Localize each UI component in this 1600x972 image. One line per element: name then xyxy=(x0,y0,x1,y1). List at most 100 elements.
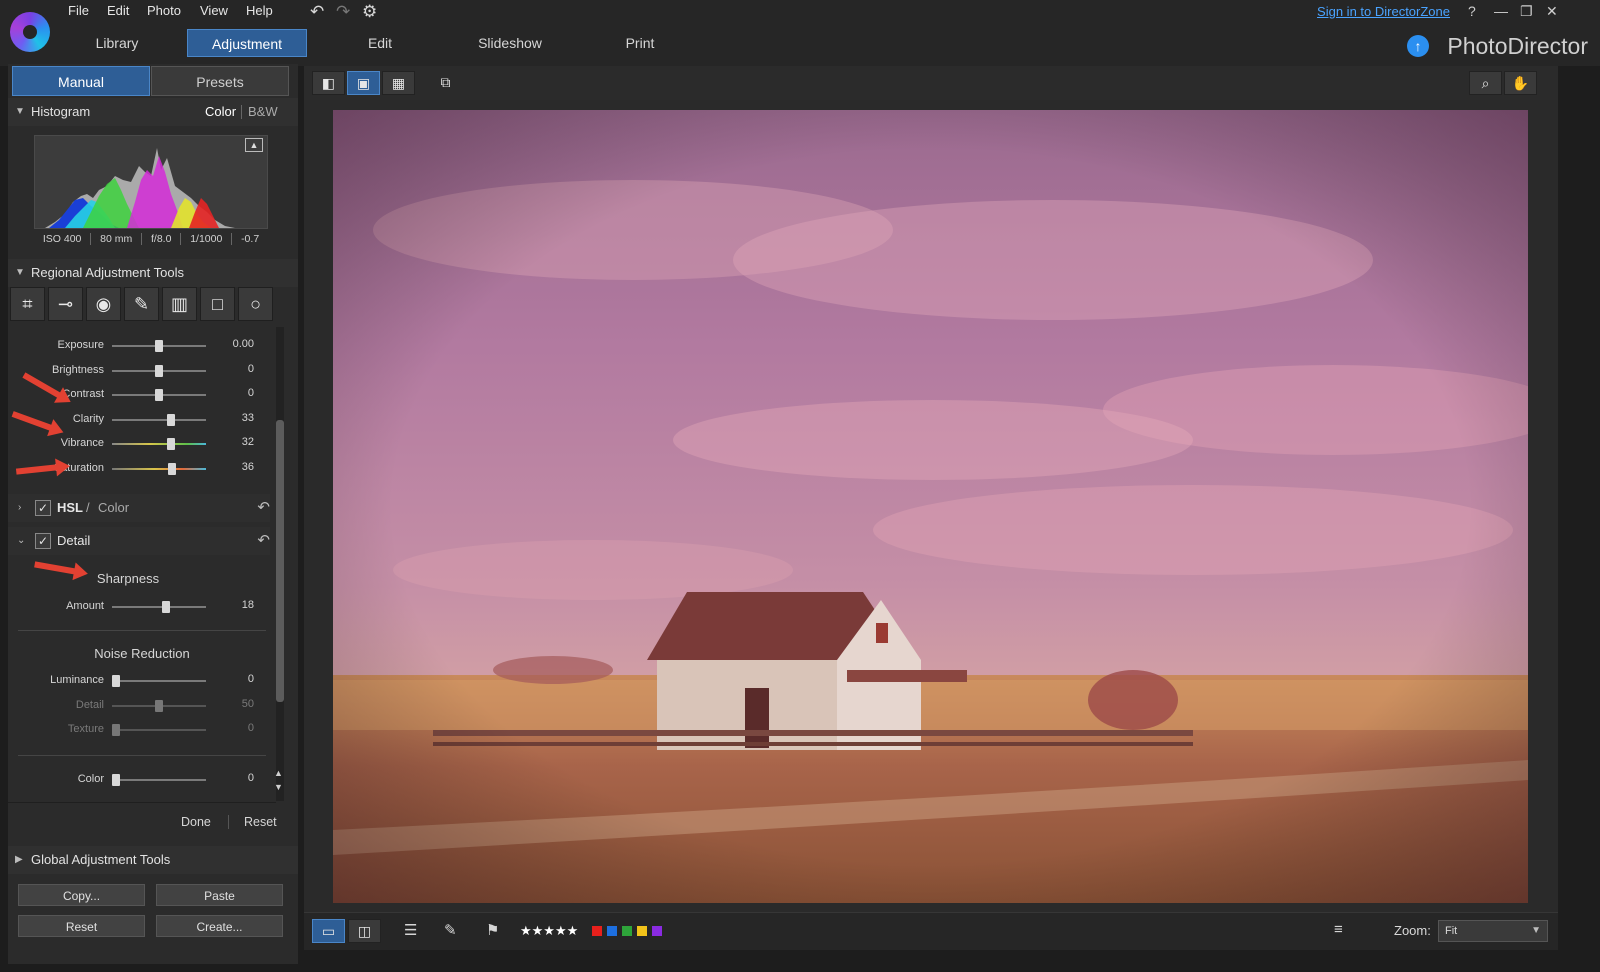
saturation-slider-thumb[interactable] xyxy=(167,463,176,475)
color-slider-thumb[interactable] xyxy=(112,774,120,786)
menu-edit[interactable]: Edit xyxy=(107,3,129,18)
panel-scrollbar-thumb[interactable] xyxy=(276,420,284,702)
menu-view[interactable]: View xyxy=(200,3,228,18)
paste-button[interactable]: Paste xyxy=(156,884,283,906)
brush-icon[interactable]: ✎ xyxy=(124,287,159,321)
menu-file[interactable]: File xyxy=(68,3,89,18)
zoom-select[interactable]: Fit ▼ xyxy=(1438,920,1548,942)
exposure-slider-thumb[interactable] xyxy=(155,340,163,352)
photo-canvas[interactable] xyxy=(333,110,1528,903)
hsl-checkbox[interactable]: ✓ xyxy=(35,500,51,516)
zoom-label: Zoom: xyxy=(1394,923,1431,938)
star-rating[interactable]: ★★★★★ xyxy=(520,923,578,939)
done-button[interactable]: Done xyxy=(181,815,211,829)
flag-icon[interactable]: ⚑ xyxy=(486,921,499,939)
close-icon[interactable]: ✕ xyxy=(1546,3,1558,20)
redo-icon[interactable]: ↷ xyxy=(336,2,350,22)
help-icon[interactable]: ? xyxy=(1468,3,1476,19)
luminance-slider-thumb[interactable] xyxy=(112,675,120,687)
color-label-red[interactable] xyxy=(592,926,602,936)
detail-header[interactable]: ⌄ ✓ Detail ↶ xyxy=(8,527,270,555)
tab-manual[interactable]: Manual xyxy=(12,66,150,96)
brightness-slider-thumb[interactable] xyxy=(155,365,163,377)
sign-in-link[interactable]: Sign in to DirectorZone xyxy=(1317,4,1450,19)
exif-info: ISO 400 80 mm f/8.0 1/1000 -0.7 xyxy=(34,233,268,245)
single-display-icon[interactable]: ▭ xyxy=(312,919,345,943)
color-label-purple[interactable] xyxy=(652,926,662,936)
menu-help[interactable]: Help xyxy=(246,3,273,18)
reset-button[interactable]: Reset xyxy=(18,915,145,937)
tab-library[interactable]: Library xyxy=(62,29,172,57)
undo-icon[interactable]: ↶ xyxy=(310,2,324,22)
histogram-title: Histogram xyxy=(31,104,91,119)
amount-value: 18 xyxy=(241,599,254,611)
menu-photo[interactable]: Photo xyxy=(147,3,181,18)
hsl-header[interactable]: › ✓ HSL / Color ↶ xyxy=(8,494,270,522)
adjustment-panel: Manual Presets ▼ Histogram Color B&W ▲ I… xyxy=(8,64,298,964)
radial-icon[interactable]: ○ xyxy=(238,287,273,321)
color-label-blue[interactable] xyxy=(607,926,617,936)
hsl-reset-icon[interactable]: ↶ xyxy=(257,494,270,522)
color-label-green[interactable] xyxy=(622,926,632,936)
vibrance-slider-thumb[interactable] xyxy=(167,438,176,450)
detail-checkbox[interactable]: ✓ xyxy=(35,533,51,549)
exif-focal: 80 mm xyxy=(91,233,143,245)
detail-reset-icon[interactable]: ↶ xyxy=(257,527,270,555)
copy-button[interactable]: Copy... xyxy=(18,884,145,906)
color-slider[interactable] xyxy=(112,779,206,781)
settings-gear-icon[interactable]: ⚙ xyxy=(362,2,377,22)
tab-adjustment[interactable]: Adjustment xyxy=(187,29,307,57)
amount-slider-thumb[interactable] xyxy=(161,601,170,613)
clarity-value: 33 xyxy=(241,412,254,424)
hand-tool-icon[interactable]: ✋ xyxy=(1504,71,1537,95)
tab-presets[interactable]: Presets xyxy=(151,66,289,96)
landscape-photo xyxy=(333,110,1528,903)
compare-view-icon[interactable]: ◧ xyxy=(312,71,345,95)
crop-icon[interactable]: ⌗ xyxy=(10,287,45,321)
zoom-tool-icon[interactable]: ⌕ xyxy=(1469,71,1502,95)
grid-view-icon[interactable]: ▦ xyxy=(382,71,415,95)
upload-icon[interactable]: ↑ xyxy=(1407,35,1429,57)
global-tools-header[interactable]: ▶ Global Adjustment Tools xyxy=(8,846,298,874)
second-display-icon[interactable]: ⧉ xyxy=(429,71,462,95)
texture-slider xyxy=(112,729,206,731)
restore-icon[interactable]: ❐ xyxy=(1520,3,1533,20)
red-eye-icon[interactable]: ◉ xyxy=(86,287,121,321)
rotate-list-icon[interactable]: ☰ xyxy=(404,921,417,939)
histogram-color-toggle[interactable]: Color xyxy=(205,98,236,126)
spot-removal-icon[interactable]: ⊸ xyxy=(48,287,83,321)
scroll-up-icon[interactable]: ▲ xyxy=(274,768,283,778)
hsl-color-label[interactable]: Color xyxy=(98,494,129,522)
tab-slideshow[interactable]: Slideshow xyxy=(455,29,565,57)
color-label-yellow[interactable] xyxy=(637,926,647,936)
create-button[interactable]: Create... xyxy=(156,915,283,937)
clarity-slider[interactable] xyxy=(112,419,206,421)
contrast-slider-thumb[interactable] xyxy=(155,389,163,401)
edit-metadata-icon[interactable]: ✎ xyxy=(444,921,457,939)
minimize-icon[interactable]: — xyxy=(1494,3,1508,19)
gradient-mask-icon[interactable]: ▥ xyxy=(162,287,197,321)
scroll-down-icon[interactable]: ▼ xyxy=(274,782,283,792)
vibrance-slider[interactable] xyxy=(112,443,206,445)
dual-display-icon[interactable]: ◫ xyxy=(348,919,381,943)
hsl-separator: / xyxy=(86,500,90,515)
expand-triangle-icon: ▶ xyxy=(15,854,23,865)
saturation-slider[interactable] xyxy=(112,468,206,470)
clipping-warning-icon[interactable]: ▲ xyxy=(245,138,263,152)
single-view-icon[interactable]: ▣ xyxy=(347,71,380,95)
reset-link-button[interactable]: Reset xyxy=(244,815,277,829)
slider-label-luminance: Luminance xyxy=(50,674,104,686)
tab-edit[interactable]: Edit xyxy=(330,29,430,57)
exif-aperture: f/8.0 xyxy=(142,233,182,245)
tab-print[interactable]: Print xyxy=(590,29,690,57)
sort-menu-icon[interactable]: ≡ xyxy=(1334,921,1343,938)
clarity-slider-thumb[interactable] xyxy=(167,414,176,426)
slider-label-texture: Texture xyxy=(67,723,104,735)
luminance-slider[interactable] xyxy=(112,680,206,682)
histogram-bw-toggle[interactable]: B&W xyxy=(248,98,278,126)
detail-title: Detail xyxy=(57,533,91,548)
regional-tools-header[interactable]: ▼ Regional Adjustment Tools xyxy=(8,259,298,287)
square-icon[interactable]: □ xyxy=(200,287,235,321)
histogram-header[interactable]: ▼ Histogram Color B&W xyxy=(8,98,298,126)
amount-slider[interactable] xyxy=(112,606,206,608)
